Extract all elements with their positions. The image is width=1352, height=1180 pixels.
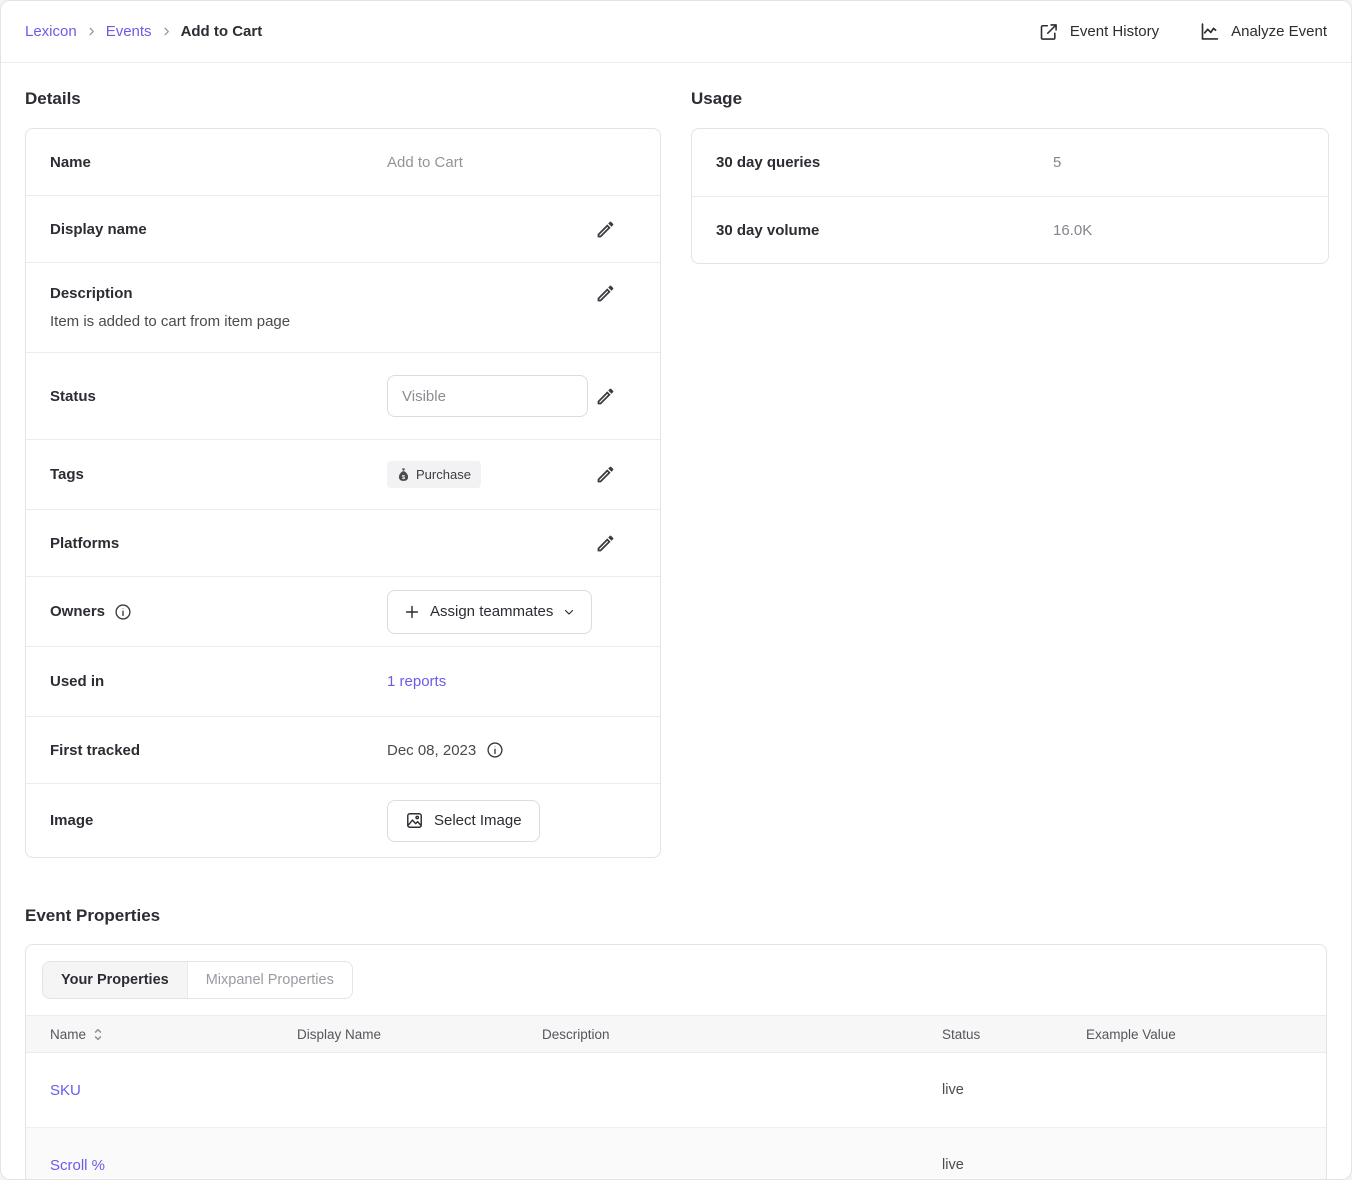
description-label: Description: [50, 285, 387, 302]
assign-teammates-label: Assign teammates: [430, 603, 553, 620]
tab-mixpanel-properties[interactable]: Mixpanel Properties: [187, 962, 352, 998]
edit-icon[interactable]: [595, 386, 616, 407]
select-image-button[interactable]: Select Image: [387, 800, 540, 842]
header-example-value: Example Value: [1086, 1027, 1326, 1042]
assign-teammates-button[interactable]: Assign teammates: [387, 590, 592, 634]
event-properties-section: Event Properties Your Properties Mixpane…: [25, 906, 1327, 1180]
top-actions: Event History Analyze Event: [1039, 21, 1327, 42]
queries-label: 30 day queries: [716, 154, 1053, 171]
first-tracked-value: Dec 08, 2023: [387, 742, 476, 759]
name-label: Name: [50, 154, 387, 171]
breadcrumb-current-event: Add to Cart: [181, 23, 263, 40]
tab-your-properties[interactable]: Your Properties: [43, 962, 187, 998]
edit-icon[interactable]: [595, 464, 616, 485]
scroll-status: live: [942, 1157, 1086, 1173]
detail-row-image: Image Select Image: [26, 783, 660, 857]
details-card: Name Add to Cart Display name Descriptio…: [25, 128, 661, 858]
volume-value: 16.0K: [1053, 222, 1092, 239]
status-select[interactable]: Visible: [387, 375, 588, 417]
header-status: Status: [942, 1027, 1086, 1042]
detail-row-owners: Owners Assign teammates: [26, 576, 660, 646]
owners-label: Owners: [50, 603, 105, 620]
properties-table-header: Name Display Name Description Status Exa…: [26, 1015, 1326, 1053]
table-row-scroll-pct[interactable]: Scroll % live: [26, 1128, 1326, 1180]
detail-row-first-tracked: First tracked Dec 08, 2023: [26, 716, 660, 783]
event-properties-title: Event Properties: [25, 906, 1327, 926]
sort-icon[interactable]: [93, 1028, 103, 1041]
plus-icon: [404, 604, 420, 620]
status-label: Status: [50, 388, 387, 405]
breadcrumb-events[interactable]: Events: [106, 23, 152, 40]
used-in-label: Used in: [50, 673, 387, 690]
properties-tabs: Your Properties Mixpanel Properties: [42, 961, 353, 999]
analyze-event-button[interactable]: Analyze Event: [1199, 21, 1327, 42]
chevron-down-icon: [563, 606, 575, 618]
header-name-label: Name: [50, 1027, 86, 1042]
queries-value: 5: [1053, 154, 1061, 171]
info-icon[interactable]: [486, 741, 504, 759]
chevron-right-icon: [161, 26, 172, 37]
edit-icon[interactable]: [595, 219, 616, 240]
used-in-reports-link[interactable]: 1 reports: [387, 673, 446, 690]
breadcrumb-lexicon[interactable]: Lexicon: [25, 23, 77, 40]
detail-row-tags: Tags $ Purchase: [26, 439, 660, 509]
edit-icon[interactable]: [595, 283, 616, 304]
detail-row-name: Name Add to Cart: [26, 129, 660, 195]
details-section: Details Name Add to Cart Display name: [25, 63, 661, 858]
image-icon: [405, 811, 424, 830]
breadcrumb: Lexicon Events Add to Cart: [25, 23, 262, 40]
detail-row-description: Description Item is added to cart from i…: [26, 262, 660, 352]
description-value: Item is added to cart from item page: [50, 313, 636, 330]
usage-title: Usage: [691, 89, 1329, 109]
detail-row-status: Status Visible: [26, 352, 660, 439]
property-link-scroll-pct[interactable]: Scroll %: [50, 1157, 105, 1174]
name-value: Add to Cart: [387, 154, 636, 171]
lexicon-event-detail-page: Lexicon Events Add to Cart Event History: [0, 0, 1352, 1180]
select-image-label: Select Image: [434, 812, 522, 829]
property-link-sku[interactable]: SKU: [50, 1082, 81, 1099]
image-label: Image: [50, 812, 387, 829]
details-title: Details: [25, 89, 661, 109]
header-display-name: Display Name: [297, 1027, 542, 1042]
event-properties-card: Your Properties Mixpanel Properties Name…: [25, 944, 1327, 1180]
detail-row-used-in: Used in 1 reports: [26, 646, 660, 716]
top-bar: Lexicon Events Add to Cart Event History: [1, 1, 1351, 63]
edit-icon[interactable]: [595, 533, 616, 554]
line-chart-icon: [1199, 21, 1220, 42]
event-history-button[interactable]: Event History: [1039, 22, 1159, 42]
usage-section: Usage 30 day queries 5 30 day volume 16.…: [691, 63, 1329, 264]
money-bag-icon: $: [397, 468, 410, 482]
info-icon[interactable]: [114, 603, 132, 621]
display-name-label: Display name: [50, 221, 387, 238]
volume-label: 30 day volume: [716, 222, 1053, 239]
detail-row-display-name: Display name: [26, 195, 660, 262]
analyze-event-label: Analyze Event: [1231, 23, 1327, 40]
chevron-right-icon: [86, 26, 97, 37]
usage-card: 30 day queries 5 30 day volume 16.0K: [691, 128, 1329, 264]
first-tracked-label: First tracked: [50, 742, 387, 759]
usage-row-queries: 30 day queries 5: [692, 129, 1328, 196]
event-history-label: Event History: [1070, 23, 1159, 40]
tag-purchase[interactable]: $ Purchase: [387, 461, 481, 488]
table-row-sku[interactable]: SKU live: [26, 1053, 1326, 1128]
detail-row-platforms: Platforms: [26, 509, 660, 576]
external-link-icon: [1039, 22, 1059, 42]
header-name[interactable]: Name: [26, 1027, 297, 1042]
tags-label: Tags: [50, 466, 387, 483]
sku-status: live: [942, 1082, 1086, 1098]
platforms-label: Platforms: [50, 535, 387, 552]
header-description: Description: [542, 1027, 942, 1042]
tag-purchase-label: Purchase: [416, 467, 471, 482]
usage-row-volume: 30 day volume 16.0K: [692, 196, 1328, 263]
